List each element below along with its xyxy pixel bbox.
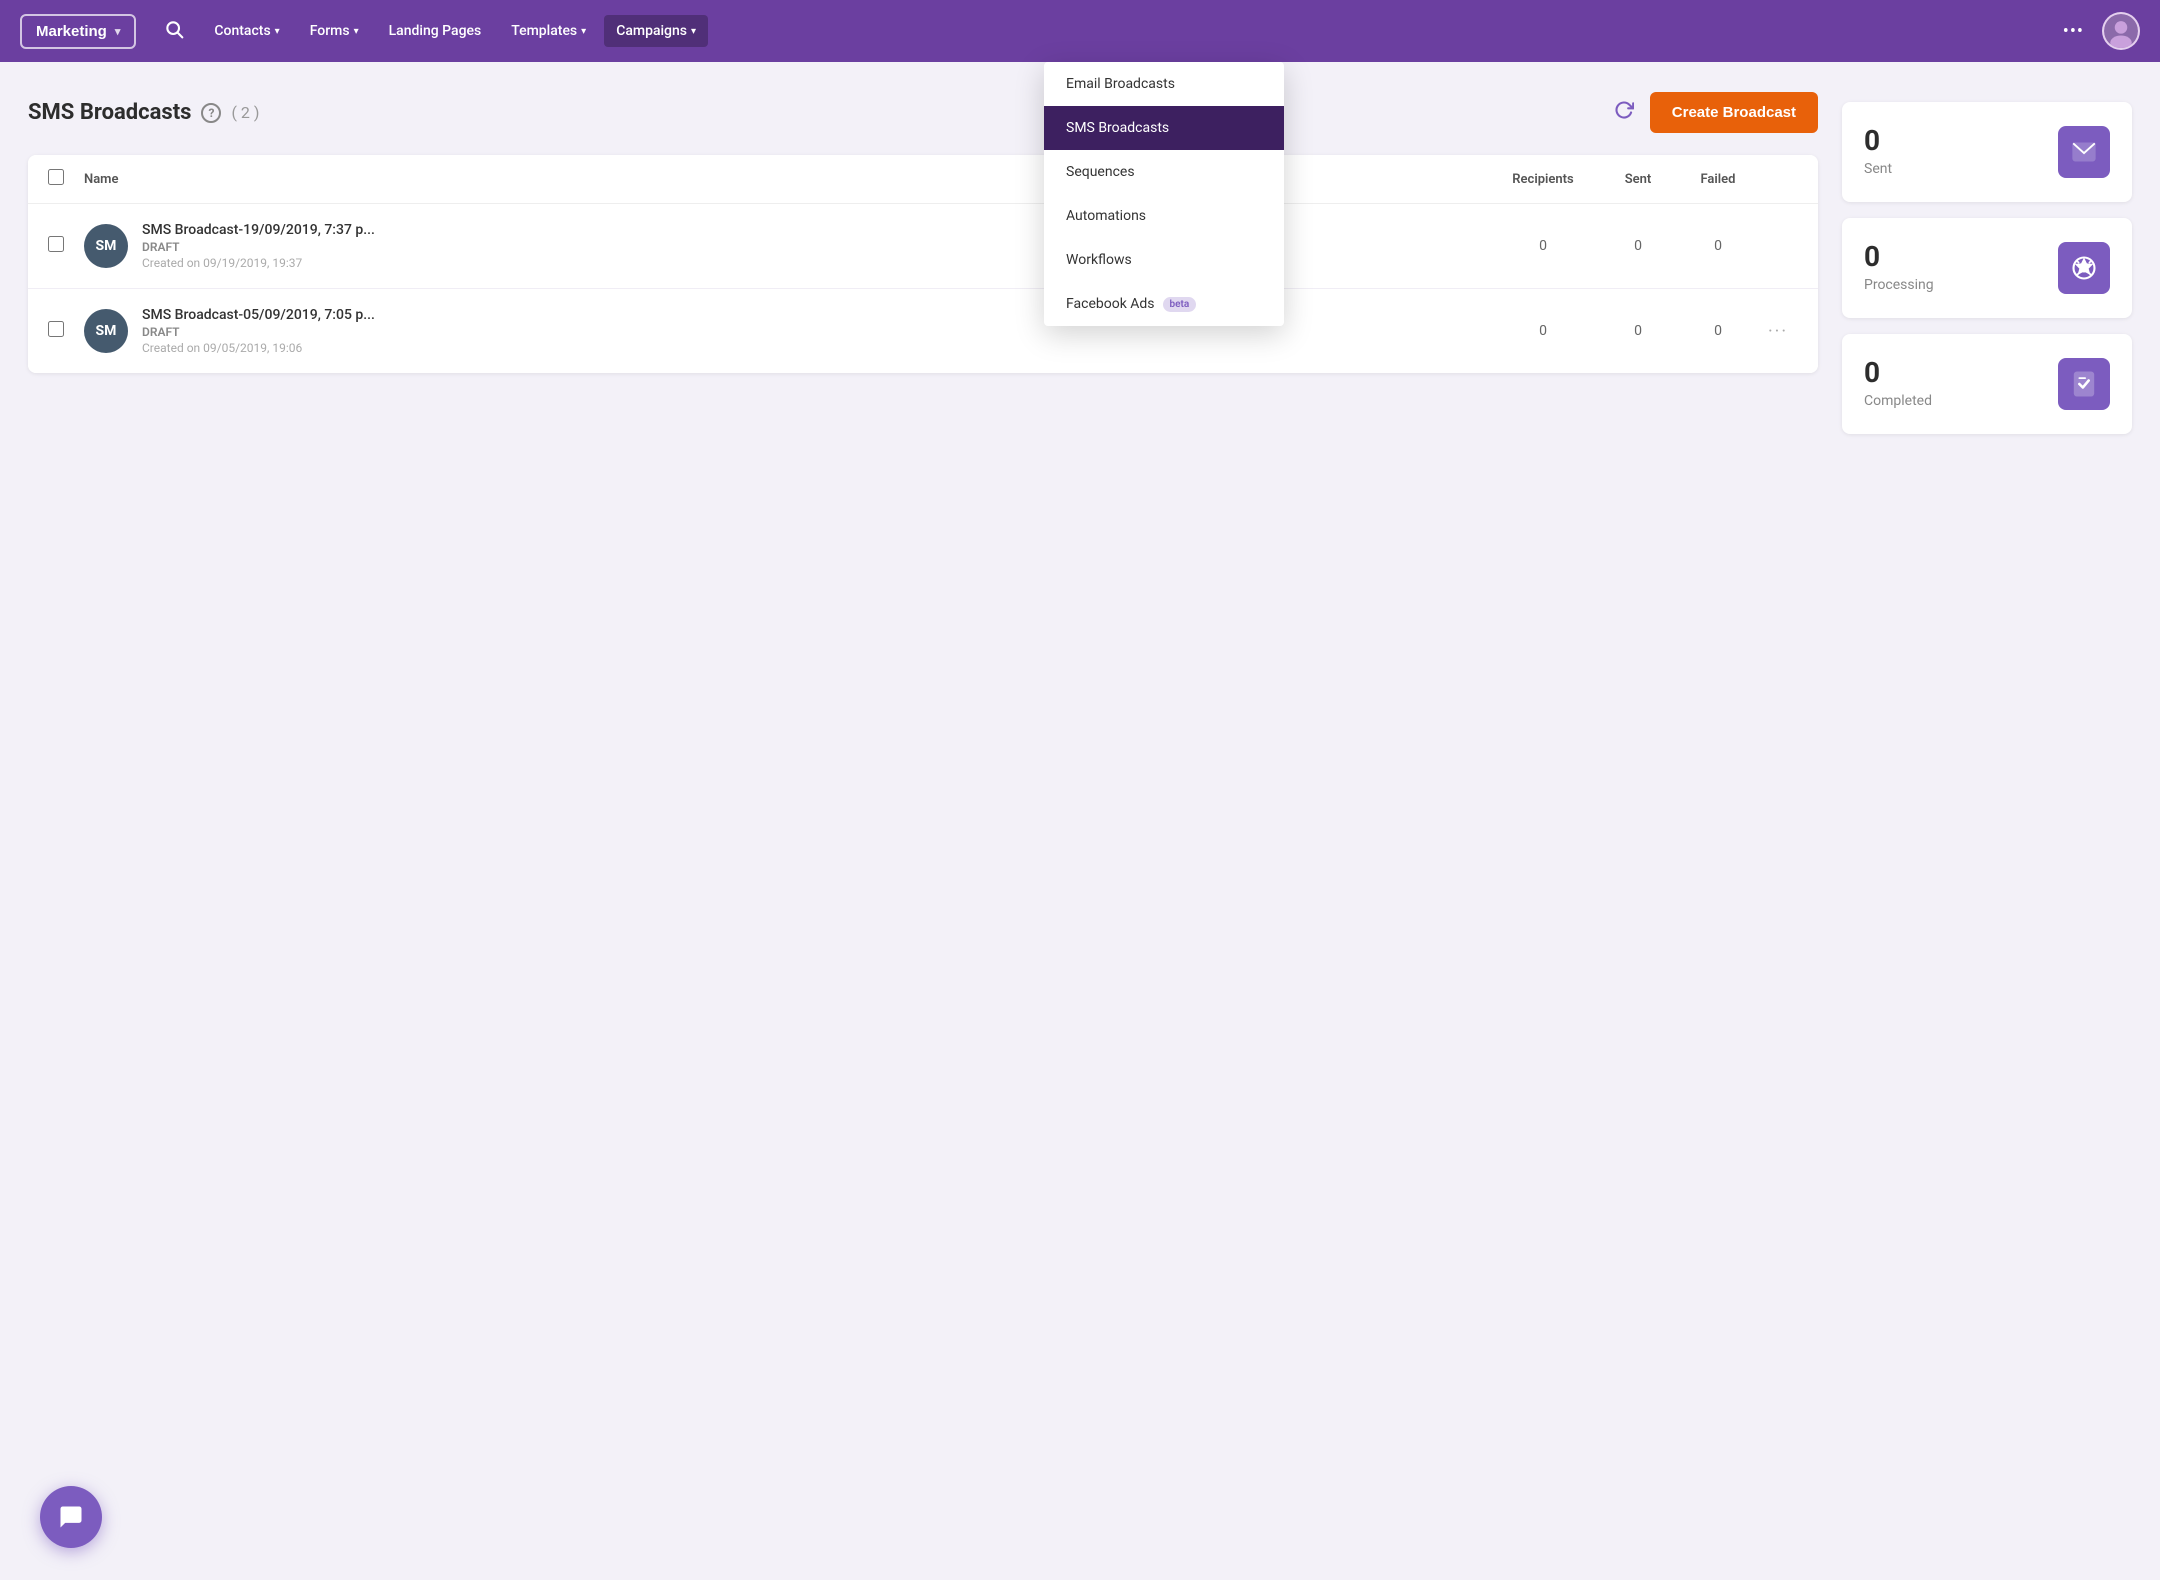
table-row: SM SMS Broadcast-05/09/2019, 7:05 p... D… [28, 289, 1818, 373]
row-actions-1[interactable]: ··· [1758, 321, 1798, 342]
dropdown-email-broadcasts[interactable]: Email Broadcasts [1044, 62, 1284, 106]
dropdown-sms-broadcasts[interactable]: SMS Broadcasts [1044, 106, 1284, 150]
page-title: SMS Broadcasts [28, 100, 191, 125]
row-recipients-1: 0 [1488, 323, 1598, 339]
row-failed-1: 0 [1678, 323, 1758, 339]
processing-label: Processing [1864, 277, 1934, 293]
nav-templates[interactable]: Templates ▾ [499, 15, 598, 47]
create-broadcast-button[interactable]: Create Broadcast [1650, 92, 1818, 133]
processing-stat-left: 0 Processing [1864, 243, 1934, 293]
left-panel: SMS Broadcasts ? ( 2 ) Create Broadcast … [28, 92, 1818, 434]
brand-chevron: ▾ [115, 25, 121, 38]
row-sent-0: 0 [1598, 238, 1678, 254]
col-sent: Sent [1598, 172, 1678, 187]
col-failed: Failed [1678, 172, 1758, 187]
row-sent-1: 0 [1598, 323, 1678, 339]
search-icon[interactable] [158, 13, 190, 50]
processing-stat-card: 0 Processing [1842, 218, 2132, 318]
row-recipients-0: 0 [1488, 238, 1598, 254]
row-created-1: Created on 09/05/2019, 19:06 [142, 341, 1488, 355]
row-avatar-0: SM [84, 224, 128, 268]
brand-label: Marketing [36, 23, 107, 40]
sent-number: 0 [1864, 127, 1892, 155]
table-row: SM SMS Broadcast-19/09/2019, 7:37 p... D… [28, 204, 1818, 289]
navbar: Marketing ▾ Contacts ▾ Forms ▾ Landing P… [0, 0, 2160, 62]
count-badge: ( 2 ) [231, 103, 259, 122]
row-info-0: SMS Broadcast-19/09/2019, 7:37 p... DRAF… [142, 222, 1488, 270]
processing-icon [2058, 242, 2110, 294]
beta-badge: beta [1163, 297, 1197, 312]
row-name-1: SMS Broadcast-05/09/2019, 7:05 p... [142, 307, 1488, 323]
more-options-button[interactable]: ••• [2053, 15, 2094, 48]
row-checkbox-0[interactable] [48, 236, 64, 252]
sent-stat-left: 0 Sent [1864, 127, 1892, 177]
completed-stat-left: 0 Completed [1864, 359, 1932, 409]
dropdown-facebook-ads[interactable]: Facebook Ads beta [1044, 282, 1284, 326]
col-recipients: Recipients [1488, 172, 1598, 187]
avatar[interactable] [2102, 12, 2140, 50]
nav-contacts[interactable]: Contacts ▾ [202, 15, 291, 47]
row-checkbox-1[interactable] [48, 321, 64, 337]
table-header: Name Recipients Sent Failed [28, 155, 1818, 204]
completed-stat-card: 0 Completed [1842, 334, 2132, 434]
row-status-0: DRAFT [142, 240, 1488, 254]
campaigns-dropdown: Email Broadcasts SMS Broadcasts Sequence… [1044, 62, 1284, 326]
dropdown-sequences[interactable]: Sequences [1044, 150, 1284, 194]
nav-links: Contacts ▾ Forms ▾ Landing Pages Templat… [202, 15, 708, 47]
processing-number: 0 [1864, 243, 1934, 271]
chat-bubble[interactable] [40, 1486, 102, 1548]
brand-button[interactable]: Marketing ▾ [20, 14, 136, 49]
nav-landing-pages[interactable]: Landing Pages [377, 15, 494, 47]
dropdown-workflows[interactable]: Workflows [1044, 238, 1284, 282]
row-avatar-1: SM [84, 309, 128, 353]
sent-icon [2058, 126, 2110, 178]
refresh-button[interactable] [1608, 94, 1640, 131]
row-failed-0: 0 [1678, 238, 1758, 254]
row-info-1: SMS Broadcast-05/09/2019, 7:05 p... DRAF… [142, 307, 1488, 355]
row-name-0: SMS Broadcast-19/09/2019, 7:37 p... [142, 222, 1488, 238]
completed-label: Completed [1864, 393, 1932, 409]
dropdown-automations[interactable]: Automations [1044, 194, 1284, 238]
completed-number: 0 [1864, 359, 1932, 387]
sent-stat-card: 0 Sent [1842, 102, 2132, 202]
row-created-0: Created on 09/19/2019, 19:37 [142, 256, 1488, 270]
row-status-1: DRAFT [142, 325, 1488, 339]
page-header: SMS Broadcasts ? ( 2 ) Create Broadcast [28, 92, 1818, 133]
broadcasts-table: Name Recipients Sent Failed SM SMS Broad… [28, 155, 1818, 373]
select-all-checkbox[interactable] [48, 169, 64, 185]
help-icon[interactable]: ? [201, 103, 221, 123]
nav-campaigns[interactable]: Campaigns ▾ [604, 15, 708, 47]
sent-label: Sent [1864, 161, 1892, 177]
right-panel: 0 Sent 0 Processing [1842, 92, 2132, 434]
nav-forms[interactable]: Forms ▾ [298, 15, 371, 47]
completed-icon [2058, 358, 2110, 410]
